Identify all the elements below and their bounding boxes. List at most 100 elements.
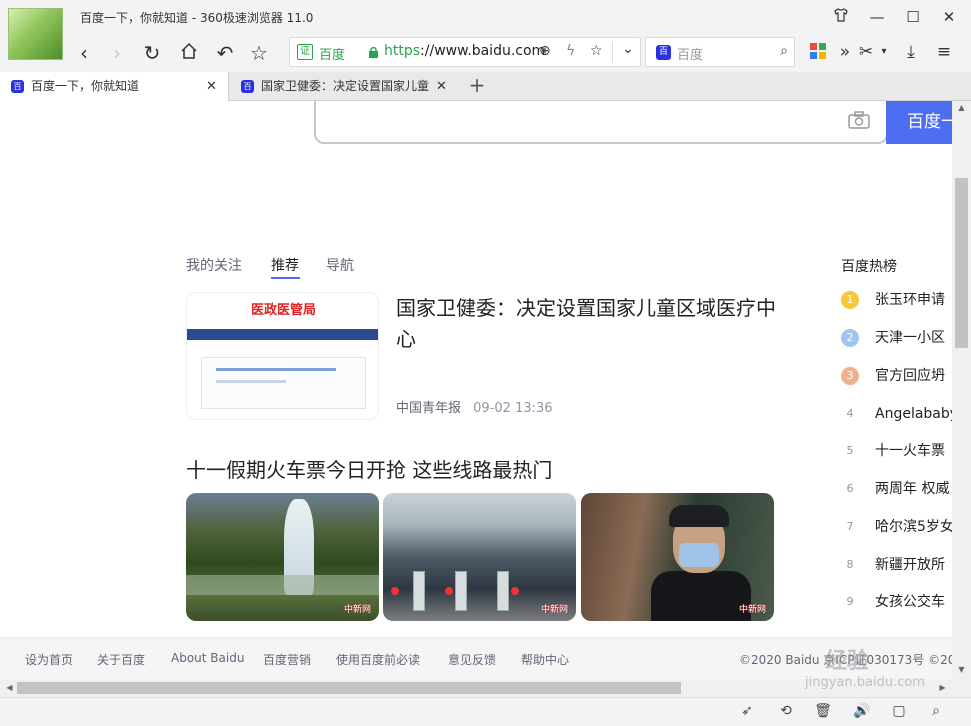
url-host: ://www.baidu.com (420, 43, 546, 59)
home-button[interactable] (177, 41, 201, 65)
skin-button[interactable] (830, 7, 852, 27)
hot-text: 哈尔滨5岁女 (875, 519, 952, 535)
zoom-icon[interactable]: ⌕ (926, 703, 946, 719)
vertical-scrollbar[interactable]: ▲ ▼ (952, 101, 971, 679)
maximize-button[interactable]: ☐ (902, 7, 924, 27)
back-button[interactable]: ‹ (72, 41, 96, 65)
footer-link-feedback[interactable]: 意见反馈 (448, 651, 496, 668)
forward-button[interactable]: › (105, 41, 129, 65)
baidu-search-input[interactable] (314, 101, 888, 144)
rocket-icon[interactable]: ➶ (737, 703, 757, 719)
footer-link-help[interactable]: 帮助中心 (521, 651, 569, 668)
caret-down-icon[interactable]: ▾ (878, 40, 890, 64)
tab-news-article[interactable]: 百 国家卫健委：决定设置国家儿童 ✕ (230, 72, 458, 101)
hot-rank: 8 (846, 558, 854, 571)
search-input[interactable]: 百度 (677, 44, 703, 63)
baidu-search-button[interactable]: 百度一下 (886, 101, 952, 144)
tab-navigation[interactable]: 导航 (326, 255, 354, 275)
hot-item[interactable]: 9 女孩公交车 (841, 591, 952, 613)
hot-item[interactable]: 3 官方回应坍 (841, 365, 952, 387)
tab-my-follow[interactable]: 我的关注 (186, 255, 242, 275)
minimize-button[interactable]: — (866, 7, 888, 27)
hot-item[interactable]: 7 哈尔滨5岁女 (841, 516, 953, 538)
footer-link-about-en[interactable]: About Baidu (171, 651, 244, 665)
more-tools-icon[interactable]: » (838, 40, 852, 64)
footer-link-set-home[interactable]: 设为首页 (25, 651, 73, 668)
hot-item[interactable]: 5 十一火车票 (841, 440, 952, 462)
download-icon[interactable]: ⤓ (900, 40, 922, 64)
horizontal-scrollbar[interactable]: ◀ ▶ (0, 679, 952, 697)
url-text[interactable]: https://www.baidu.com (384, 43, 545, 59)
title-bar: 百度一下，你就知道 - 360极速浏览器 11.0 — ☐ ✕ ‹ › ↻ ↶ … (0, 0, 971, 72)
horizontal-scroll-thumb[interactable] (17, 682, 681, 694)
zoom-icon[interactable]: ⊕ (539, 43, 551, 59)
hot-item[interactable]: 6 两周年 权威 (841, 478, 952, 500)
hot-text: 两周年 权威 (875, 481, 950, 497)
hot-text: Angelababy (875, 406, 952, 422)
flash-icon[interactable]: ϟ (566, 43, 575, 59)
close-icon[interactable]: ✕ (436, 72, 447, 101)
apps-icon[interactable] (810, 43, 826, 59)
news-thumbnail[interactable]: 医政医管局 (186, 292, 379, 420)
hot-text: 十一火车票 (875, 443, 945, 459)
window-icon[interactable]: ▢ (889, 703, 909, 719)
news-photo-officer[interactable]: 中新网 (581, 493, 774, 621)
hot-rank: 3 (841, 367, 859, 385)
hot-item[interactable]: 2 天津一小区 (841, 327, 952, 349)
trash-icon[interactable]: 🗑 (813, 703, 833, 719)
baidu-favicon-icon: 百 (241, 80, 254, 93)
browser-logo[interactable] (8, 8, 63, 60)
scroll-up-icon[interactable]: ▲ (952, 103, 971, 112)
footer-link-marketing[interactable]: 百度营销 (263, 651, 311, 668)
vertical-scroll-thumb[interactable] (955, 178, 968, 348)
news-headline[interactable]: 十一假期火车票今日开抢 这些线路最热门 (186, 454, 552, 483)
search-engine-box[interactable]: 百 百度 ⌕ (645, 37, 795, 67)
tab-recommend[interactable]: 推荐 (271, 255, 299, 275)
baidu-paw-icon[interactable]: 百 (656, 45, 671, 60)
sound-icon[interactable]: 🔊 (852, 703, 872, 719)
menu-icon[interactable]: ≡ (933, 40, 955, 64)
scroll-right-icon[interactable]: ▶ (933, 683, 952, 692)
news-headline[interactable]: 国家卫健委：决定设置国家儿童区域医疗中心 (396, 293, 786, 355)
refresh-button[interactable]: ↻ (140, 41, 164, 65)
footer-link-about[interactable]: 关于百度 (97, 651, 145, 668)
news-photo-station[interactable]: 中新网 (383, 493, 576, 621)
address-bar[interactable]: 证 百度 https://www.baidu.com ⊕ ϟ ☆ ⌄ (289, 37, 641, 67)
new-tab-button[interactable]: + (466, 72, 488, 101)
hot-rank: 7 (846, 520, 854, 533)
news-photo-waterfall[interactable]: 中新网 (186, 493, 379, 621)
hot-item[interactable]: 1 张玉环申请 (841, 289, 952, 311)
footer-link-terms[interactable]: 使用百度前必读 (336, 651, 420, 668)
photo-watermark: 中新网 (343, 605, 371, 615)
close-icon[interactable]: ✕ (206, 72, 217, 101)
hot-text: 天津一小区 (875, 330, 945, 346)
scissors-icon[interactable]: ✂ (855, 40, 877, 64)
lock-icon (369, 46, 378, 58)
thumbnail-navbar (187, 329, 378, 340)
scroll-down-icon[interactable]: ▼ (952, 665, 971, 674)
status-bar: ➶ ⟲ 🗑 🔊 ▢ ⌕ (0, 697, 971, 726)
search-icon[interactable]: ⌕ (780, 43, 788, 59)
tab-baidu-home[interactable]: 百 百度一下，你就知道 ✕ (0, 72, 229, 101)
home-icon (181, 42, 197, 59)
hot-list-title[interactable]: 百度热榜 (841, 256, 897, 276)
favorite-button[interactable]: ☆ (247, 41, 271, 65)
refresh-cycle-icon[interactable]: ⟲ (776, 703, 796, 719)
certificate-label[interactable]: 百度 (319, 44, 345, 63)
undo-button[interactable]: ↶ (213, 41, 237, 65)
bookmark-star-icon[interactable]: ☆ (590, 43, 603, 59)
hot-rank: 6 (846, 482, 854, 495)
hot-rank: 2 (841, 329, 859, 347)
hot-text: 新疆开放所 (875, 557, 945, 573)
hot-item[interactable]: 4 Angelababy (841, 403, 953, 425)
news-source[interactable]: 中国青年报 (396, 401, 461, 416)
camera-icon[interactable] (848, 111, 870, 129)
hot-rank: 4 (846, 407, 854, 420)
hot-rank: 1 (841, 291, 859, 309)
close-button[interactable]: ✕ (938, 7, 960, 27)
hot-rank: 5 (846, 444, 854, 457)
tab-label: 国家卫健委：决定设置国家儿童 (261, 79, 429, 93)
hot-item[interactable]: 8 新疆开放所 (841, 554, 952, 576)
certificate-icon[interactable]: 证 (297, 44, 313, 60)
chevron-down-icon[interactable]: ⌄ (622, 41, 634, 57)
